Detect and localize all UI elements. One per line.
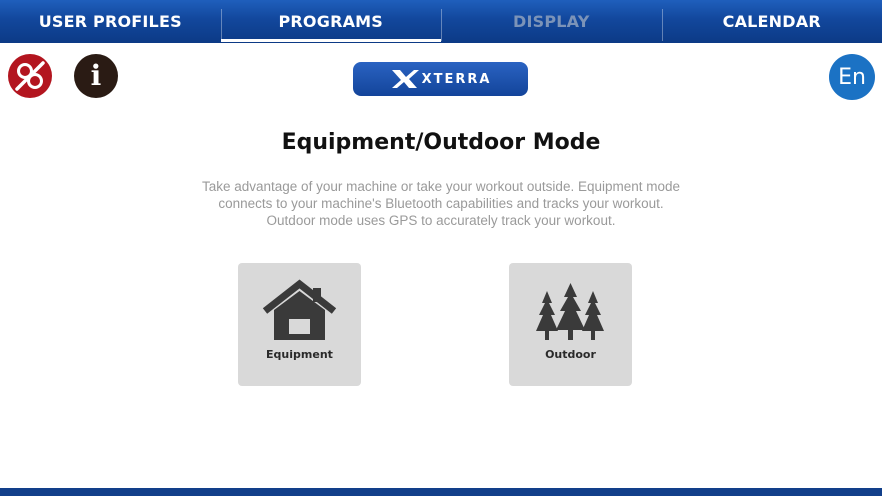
language-button[interactable]: En	[829, 54, 875, 100]
xterra-x-mark-icon	[391, 70, 419, 88]
equipment-label: Equipment	[266, 348, 333, 361]
outdoor-mode-button[interactable]: Outdoor	[509, 263, 632, 386]
logo-text: XTERRA	[421, 71, 492, 87]
xterra-logo: XTERRA	[353, 62, 528, 96]
tab-display[interactable]: DISPLAY	[441, 0, 662, 43]
gps-off-icon	[15, 61, 45, 91]
description-line: Outdoor mode uses GPS to accurately trac…	[266, 213, 616, 228]
outdoor-label: Outdoor	[545, 348, 596, 361]
info-button[interactable]: i	[74, 54, 118, 98]
bottom-bar	[0, 488, 882, 496]
house-icon	[262, 279, 337, 340]
top-nav: USER PROFILES PROGRAMS DISPLAY CALENDAR	[0, 0, 882, 43]
info-icon: i	[90, 59, 102, 92]
description-line: Take advantage of your machine or take y…	[201, 179, 681, 194]
tab-calendar[interactable]: CALENDAR	[661, 0, 882, 43]
language-label: En	[838, 64, 866, 90]
trees-icon	[536, 283, 604, 340]
tab-programs[interactable]: PROGRAMS	[220, 0, 442, 43]
equipment-mode-button[interactable]: Equipment	[238, 263, 361, 386]
description-line: connects to your machine's Bluetooth cap…	[218, 196, 664, 211]
tab-user-profiles[interactable]: USER PROFILES	[0, 0, 221, 43]
gps-off-button[interactable]	[8, 54, 52, 98]
page-title: Equipment/Outdoor Mode	[281, 130, 601, 155]
mode-description: Take advantage of your machine or take y…	[181, 178, 701, 229]
